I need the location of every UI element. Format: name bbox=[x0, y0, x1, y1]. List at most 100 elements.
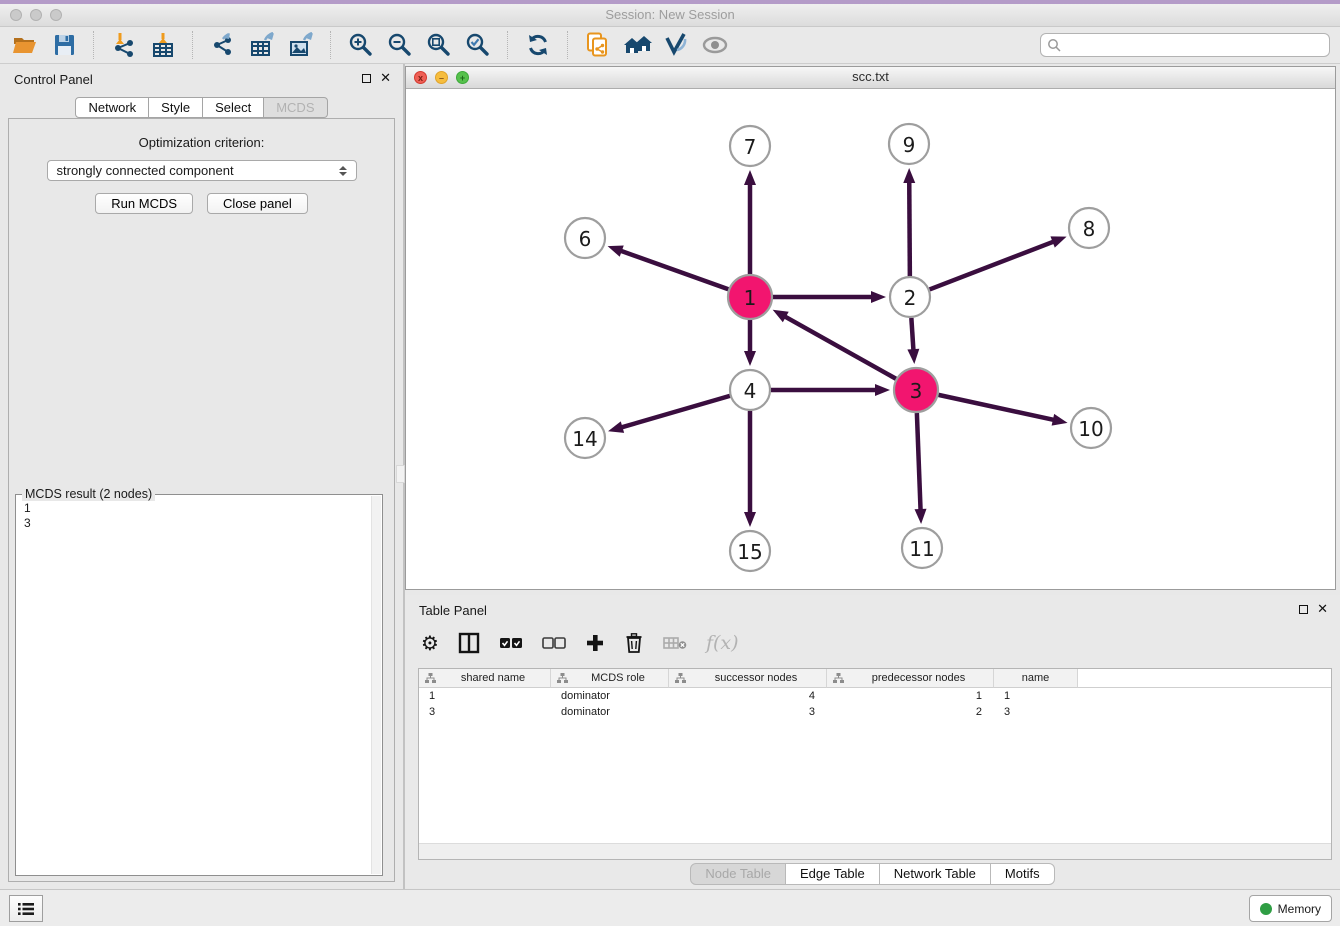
open-session-icon[interactable] bbox=[10, 30, 40, 60]
graph-edge-arrowhead bbox=[903, 168, 915, 183]
splitter-grip[interactable] bbox=[396, 465, 405, 483]
search-field[interactable] bbox=[1040, 33, 1330, 57]
table-cell: 4 bbox=[669, 690, 827, 702]
graph-edge-1-6[interactable] bbox=[619, 250, 728, 289]
graph-node-label: 2 bbox=[904, 286, 917, 310]
tab-node-table[interactable]: Node Table bbox=[690, 863, 786, 885]
toolbar-separator bbox=[567, 31, 569, 59]
optimization-select[interactable]: strongly connected component bbox=[47, 160, 357, 181]
table-panel: Table Panel ✕ ⚙ bbox=[405, 595, 1340, 888]
table-cell: 1 bbox=[994, 690, 1078, 702]
import-network-from-file-icon[interactable] bbox=[109, 30, 139, 60]
control-panel-title: Control Panel bbox=[14, 72, 93, 87]
graph-edge-3-1[interactable] bbox=[783, 316, 896, 379]
zoom-selected-icon[interactable] bbox=[463, 30, 493, 60]
zoom-in-icon[interactable] bbox=[346, 30, 376, 60]
graph-node-label: 3 bbox=[910, 379, 923, 403]
column-header-name[interactable]: name bbox=[994, 669, 1078, 688]
column-header-label: MCDS role bbox=[568, 672, 668, 684]
table-cell: 3 bbox=[994, 706, 1078, 718]
window-titlebar: Session: New Session bbox=[0, 4, 1340, 27]
graph-edge-arrowhead bbox=[744, 170, 756, 185]
graph-edge-arrowhead bbox=[915, 509, 927, 524]
result-scrollbar[interactable] bbox=[371, 496, 381, 874]
function-builder-icon: f(x) bbox=[706, 632, 739, 654]
table-row[interactable]: 3dominator323 bbox=[419, 704, 1331, 720]
close-panel-icon[interactable]: ✕ bbox=[380, 73, 391, 83]
table-toolbar: ⚙ f(x) bbox=[421, 625, 739, 661]
table-cell: 3 bbox=[669, 706, 827, 718]
tab-style[interactable]: Style bbox=[149, 97, 203, 118]
refresh-view-icon[interactable] bbox=[523, 30, 553, 60]
control-panel-header: Control Panel ✕ bbox=[0, 64, 403, 94]
window-title: Session: New Session bbox=[0, 7, 1340, 22]
column-type-icon bbox=[557, 673, 568, 683]
task-history-button[interactable] bbox=[9, 895, 43, 922]
float-panel-icon[interactable] bbox=[362, 74, 371, 83]
show-graphics-details-icon[interactable] bbox=[700, 30, 730, 60]
tab-mcds[interactable]: MCDS bbox=[264, 97, 327, 118]
graph-edge-2-8[interactable] bbox=[930, 241, 1056, 289]
optimization-criterion-label: Optimization criterion: bbox=[9, 135, 394, 150]
delete-columns-icon[interactable] bbox=[624, 632, 644, 654]
table-row[interactable]: 1dominator411 bbox=[419, 688, 1331, 704]
table-horizontal-scrollbar[interactable] bbox=[419, 843, 1331, 859]
graph-node-label: 14 bbox=[572, 427, 597, 451]
column-header-shared-name[interactable]: shared name bbox=[419, 669, 551, 688]
export-table-icon[interactable] bbox=[247, 30, 277, 60]
column-header-MCDS-role[interactable]: MCDS role bbox=[551, 669, 669, 688]
column-type-icon bbox=[833, 673, 844, 683]
open-network-in-browser-icon[interactable] bbox=[583, 30, 613, 60]
toolbar-separator bbox=[192, 31, 194, 59]
memory-button[interactable]: Memory bbox=[1249, 895, 1332, 922]
column-header-predecessor-nodes[interactable]: predecessor nodes bbox=[827, 669, 994, 688]
graph-edge-arrowhead bbox=[608, 421, 624, 433]
graph-edge-3-11[interactable] bbox=[917, 413, 921, 512]
zoom-fit-icon[interactable] bbox=[424, 30, 454, 60]
graph-edge-3-10[interactable] bbox=[938, 395, 1055, 420]
graph-edge-arrowhead bbox=[744, 351, 756, 366]
table-cell: 1 bbox=[419, 690, 551, 702]
column-type-icon bbox=[425, 673, 436, 683]
home-icon[interactable] bbox=[622, 30, 652, 60]
search-input[interactable] bbox=[1062, 37, 1323, 53]
close-panel-button[interactable]: Close panel bbox=[207, 193, 308, 214]
graph-edge-2-3[interactable] bbox=[911, 318, 913, 352]
save-session-icon[interactable] bbox=[49, 30, 79, 60]
close-table-panel-icon[interactable]: ✕ bbox=[1317, 604, 1328, 614]
add-column-icon[interactable] bbox=[585, 633, 605, 653]
mcds-result-legend: MCDS result (2 nodes) bbox=[22, 487, 155, 501]
main-toolbar bbox=[0, 27, 1340, 64]
memory-status-icon bbox=[1260, 903, 1272, 915]
apply-style-icon[interactable] bbox=[661, 30, 691, 60]
graph-node-label: 6 bbox=[579, 227, 592, 251]
settings-gear-icon[interactable]: ⚙ bbox=[421, 631, 439, 655]
graph-edge-4-14[interactable] bbox=[620, 396, 730, 428]
zoom-out-icon[interactable] bbox=[385, 30, 415, 60]
tab-motifs[interactable]: Motifs bbox=[991, 863, 1055, 885]
float-table-panel-icon[interactable] bbox=[1299, 605, 1308, 614]
graph-edge-2-9[interactable] bbox=[909, 180, 910, 276]
deselect-all-rows-icon[interactable] bbox=[542, 636, 566, 650]
tab-network-table[interactable]: Network Table bbox=[880, 863, 991, 885]
select-all-rows-icon[interactable] bbox=[499, 636, 523, 650]
graph-edge-arrowhead bbox=[773, 310, 789, 323]
tab-edge-table[interactable]: Edge Table bbox=[786, 863, 880, 885]
table-cell: 2 bbox=[827, 706, 994, 718]
column-header-successor-nodes[interactable]: successor nodes bbox=[669, 669, 827, 688]
network-window-titlebar[interactable]: x – + scc.txt bbox=[406, 67, 1335, 89]
toggle-panel-split-icon[interactable] bbox=[458, 632, 480, 654]
import-table-from-file-icon[interactable] bbox=[148, 30, 178, 60]
delete-table-icon bbox=[663, 635, 687, 651]
tab-network[interactable]: Network bbox=[75, 97, 149, 118]
tab-select[interactable]: Select bbox=[203, 97, 264, 118]
network-canvas[interactable]: 1234678910111415 bbox=[406, 88, 1335, 589]
table-body: 1dominator4113dominator323 bbox=[419, 688, 1331, 720]
main-area: Control Panel ✕ NetworkStyleSelectMCDS O… bbox=[0, 64, 1340, 890]
export-network-icon[interactable] bbox=[208, 30, 238, 60]
run-mcds-button[interactable]: Run MCDS bbox=[95, 193, 193, 214]
select-chevrons-icon bbox=[339, 166, 347, 176]
export-image-icon[interactable] bbox=[286, 30, 316, 60]
graph-edge-arrowhead bbox=[744, 512, 756, 527]
table-header-row: shared name MCDS rolesuccessor nodesprede… bbox=[419, 669, 1331, 688]
